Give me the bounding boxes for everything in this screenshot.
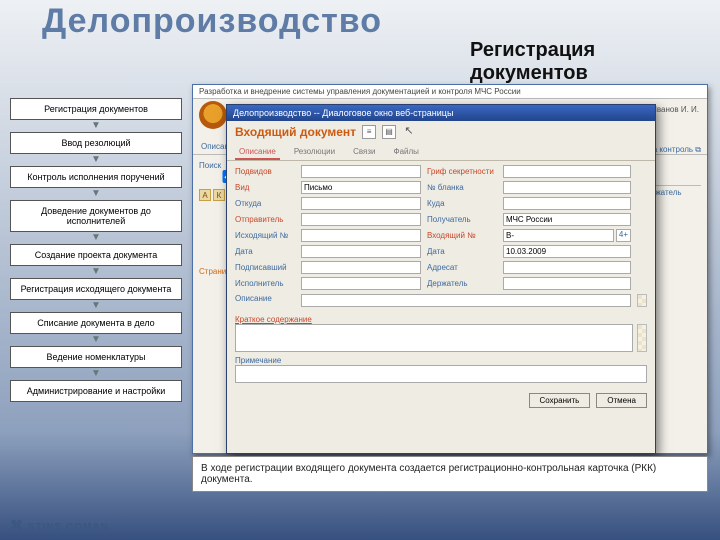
lbl-otkuda: Откуда xyxy=(235,199,295,208)
flow-arrow-icon: ▼ xyxy=(10,156,182,164)
summary-block: Краткое содержание xyxy=(235,311,647,352)
flow-step-control[interactable]: Контроль исполнения поручений xyxy=(10,166,182,188)
dialog-titlebar: Делопроизводство -- Диалоговое окно веб-… xyxy=(227,105,655,121)
pointer-icon: ↖ xyxy=(402,125,416,139)
fld-adresat[interactable] xyxy=(503,261,631,274)
lbl-data1: Дата xyxy=(235,247,295,256)
flow-step-archive[interactable]: Списание документа в дело xyxy=(10,312,182,334)
page-title-big: Делопроизводство xyxy=(0,0,720,41)
dialog-title-text: Делопроизводство -- Диалоговое окно веб-… xyxy=(233,108,453,118)
fld-ispolnitel[interactable] xyxy=(301,277,421,290)
flow-step-deliver[interactable]: Доведение документов до исполнителей xyxy=(10,200,182,232)
fld-blank[interactable] xyxy=(503,181,631,194)
vendor-logo: ⌘ STINS COMAN xyxy=(10,518,109,534)
fld-grif[interactable] xyxy=(503,165,631,178)
cancel-button[interactable]: Отмена xyxy=(596,393,647,408)
doc-tool-icon[interactable]: ≡ xyxy=(362,125,376,139)
fld-otpravitel[interactable] xyxy=(301,213,421,226)
fld-data2[interactable] xyxy=(503,245,631,258)
lbl-adresat: Адресат xyxy=(427,263,497,272)
lbl-derzhatel: Держатель xyxy=(427,279,497,288)
flow-arrow-icon: ▼ xyxy=(10,302,182,310)
logo-icon: ⌘ xyxy=(10,518,24,533)
flow-step-nomenclature[interactable]: Ведение номенклатуры xyxy=(10,346,182,368)
lbl-vid: Вид xyxy=(235,183,295,192)
fld-podvidov[interactable] xyxy=(301,165,421,178)
tab-resolutions[interactable]: Резолюции xyxy=(290,145,339,160)
fld-ishn[interactable] xyxy=(301,229,421,242)
search-label: Поиск xyxy=(199,161,221,170)
emblem-icon xyxy=(199,101,227,129)
lbl-otpravitel: Отправитель xyxy=(235,215,295,224)
lbl-vhodn: Входящий № xyxy=(427,231,497,240)
fld-kratkoe[interactable] xyxy=(235,324,633,352)
form-grid: Подвидов Гриф секретности Вид № бланка О… xyxy=(235,165,647,290)
dialog-header: Входящий документ ≡ ▤ ↖ xyxy=(227,121,655,143)
tab-desc[interactable]: Описание xyxy=(235,145,280,160)
lbl-blank: № бланка xyxy=(427,183,497,192)
flow-arrow-icon: ▼ xyxy=(10,122,182,130)
back-title: Разработка и внедрение системы управлени… xyxy=(193,85,707,99)
tab-links[interactable]: Связи xyxy=(349,145,379,160)
fld-kuda[interactable] xyxy=(503,197,631,210)
lbl-poluchatel: Получатель xyxy=(427,215,497,224)
doc-heading: Входящий документ xyxy=(235,125,356,139)
flow-arrow-icon: ▼ xyxy=(10,234,182,242)
dialog-body: Подвидов Гриф секретности Вид № бланка О… xyxy=(227,161,655,389)
flow-arrow-icon: ▼ xyxy=(10,370,182,378)
fld-vid[interactable] xyxy=(301,181,421,194)
dialog-window: Делопроизводство -- Диалоговое окно веб-… xyxy=(226,104,656,454)
vendor-name: STINS COMAN xyxy=(28,522,109,533)
flow-step-outgoing[interactable]: Регистрация исходящего документа xyxy=(10,278,182,300)
control-icon: ⧉ xyxy=(695,145,701,154)
note-block: Примечание xyxy=(235,356,647,385)
main-area: Разработка и внедрение системы управлени… xyxy=(192,84,708,492)
workflow-sidebar: Регистрация документов ▼ Ввод резолюций … xyxy=(10,98,182,428)
fld-vhodn[interactable] xyxy=(503,229,614,242)
fld-poluchatel[interactable] xyxy=(503,213,631,226)
tab-files[interactable]: Файлы xyxy=(390,145,423,160)
fld-derzhatel[interactable] xyxy=(503,277,631,290)
save-button[interactable]: Сохранить xyxy=(529,393,591,408)
lbl-data2: Дата xyxy=(427,247,497,256)
checker-icon[interactable] xyxy=(637,294,647,307)
lbl-podpisavshiy: Подписавший xyxy=(235,263,295,272)
checker-icon[interactable] xyxy=(637,324,647,352)
alpha-k[interactable]: К xyxy=(213,189,225,201)
lbl-ispolnitel: Исполнитель xyxy=(235,279,295,288)
slide-caption: В ходе регистрации входящего документа с… xyxy=(192,456,708,492)
lbl-opisanie: Описание xyxy=(235,294,295,307)
flow-step-admin[interactable]: Администрирование и настройки xyxy=(10,380,182,402)
dialog-button-row: Сохранить Отмена xyxy=(227,389,655,412)
flow-arrow-icon: ▼ xyxy=(10,268,182,276)
vhodn-badge: 4+ xyxy=(616,229,631,242)
fld-primechanie[interactable] xyxy=(235,365,647,383)
lbl-grif: Гриф секретности xyxy=(427,167,497,176)
fld-podpisavshiy[interactable] xyxy=(301,261,421,274)
flow-arrow-icon: ▼ xyxy=(10,336,182,344)
fld-data1[interactable] xyxy=(301,245,421,258)
page-subtitle: Регистрация документов xyxy=(235,37,495,91)
dialog-tabs: Описание Резолюции Связи Файлы xyxy=(227,143,655,161)
lbl-ishn: Исходящий № xyxy=(235,231,295,240)
fld-otkuda[interactable] xyxy=(301,197,421,210)
lbl-primechanie: Примечание xyxy=(235,356,281,365)
lbl-kratkoe[interactable]: Краткое содержание xyxy=(235,315,312,324)
flow-step-resolutions[interactable]: Ввод резолюций xyxy=(10,132,182,154)
fld-opisanie[interactable] xyxy=(301,294,631,307)
flow-step-draft[interactable]: Создание проекта документа xyxy=(10,244,182,266)
doc-tool-icon[interactable]: ▤ xyxy=(382,125,396,139)
lbl-podvidov: Подвидов xyxy=(235,167,295,176)
alpha-a[interactable]: А xyxy=(199,189,211,201)
flow-step-register[interactable]: Регистрация документов xyxy=(10,98,182,120)
lbl-kuda: Куда xyxy=(427,199,497,208)
flow-arrow-icon: ▼ xyxy=(10,190,182,198)
